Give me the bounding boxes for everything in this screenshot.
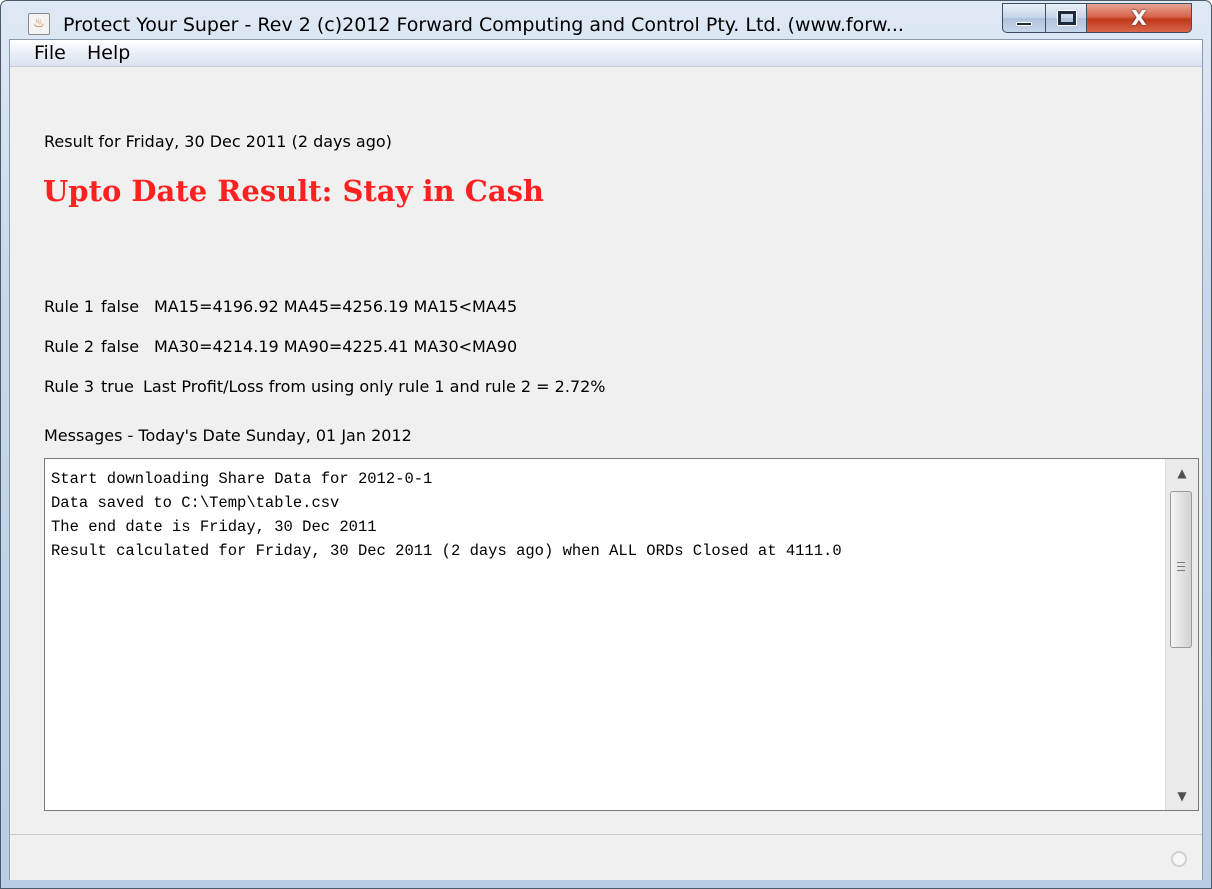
rule-flag: false [101,297,140,316]
rule-name: Rule 3 [44,377,95,396]
minimize-button[interactable] [1002,3,1046,33]
maximize-button[interactable] [1045,3,1087,33]
menu-bar: File Help [10,40,1202,67]
messages-log[interactable]: Start downloading Share Data for 2012-0-… [44,458,1199,811]
log-line: Result calculated for Friday, 30 Dec 201… [51,542,842,560]
content-area: File Help Result for Friday, 30 Dec 2011… [9,39,1203,880]
messages-label: Messages - Today's Date Sunday, 01 Jan 2… [44,426,412,445]
log-line: Data saved to C:\Temp\table.csv [51,494,340,512]
maximize-icon [1057,10,1077,26]
rule-detail: MA30=4214.19 MA90=4225.41 MA30<MA90 [154,337,518,356]
menu-file[interactable]: File [34,42,66,64]
rule-detail: Last Profit/Loss from using only rule 1 … [143,377,606,396]
log-lines: Start downloading Share Data for 2012-0-… [51,467,1166,563]
grip-line [1177,566,1185,567]
title-bar[interactable]: ♨ Protect Your Super - Rev 2 (c)2012 For… [1,1,1211,39]
result-date-label: Result for Friday, 30 Dec 2011 (2 days a… [44,132,392,151]
app-window: ♨ Protect Your Super - Rev 2 (c)2012 For… [0,0,1212,889]
log-line: Start downloading Share Data for 2012-0-… [51,470,433,488]
status-bar [10,834,1202,880]
status-indicator-icon [1171,851,1187,867]
rule-flag: true [101,377,134,396]
close-icon: X [1131,6,1147,30]
rule-name: Rule 2 [44,337,95,356]
rule-detail: MA15=4196.92 MA45=4256.19 MA15<MA45 [154,297,518,316]
rule-flag: false [101,337,140,356]
grip-line [1177,570,1185,571]
grip-line [1177,562,1185,563]
vertical-scrollbar[interactable]: ▲ ▼ [1165,459,1198,810]
minimize-icon [1016,22,1032,26]
scroll-down-icon[interactable]: ▼ [1166,782,1198,810]
log-line: The end date is Friday, 30 Dec 2011 [51,518,377,536]
scroll-thumb[interactable] [1170,491,1192,648]
java-cup-icon[interactable]: ♨ [28,13,50,35]
result-headline: Upto Date Result: Stay in Cash [43,174,545,208]
window-title: Protect Your Super - Rev 2 (c)2012 Forwa… [63,14,904,36]
close-button[interactable]: X [1086,3,1192,33]
menu-help[interactable]: Help [87,42,130,64]
rule-name: Rule 1 [44,297,95,316]
scroll-up-icon[interactable]: ▲ [1166,459,1198,487]
